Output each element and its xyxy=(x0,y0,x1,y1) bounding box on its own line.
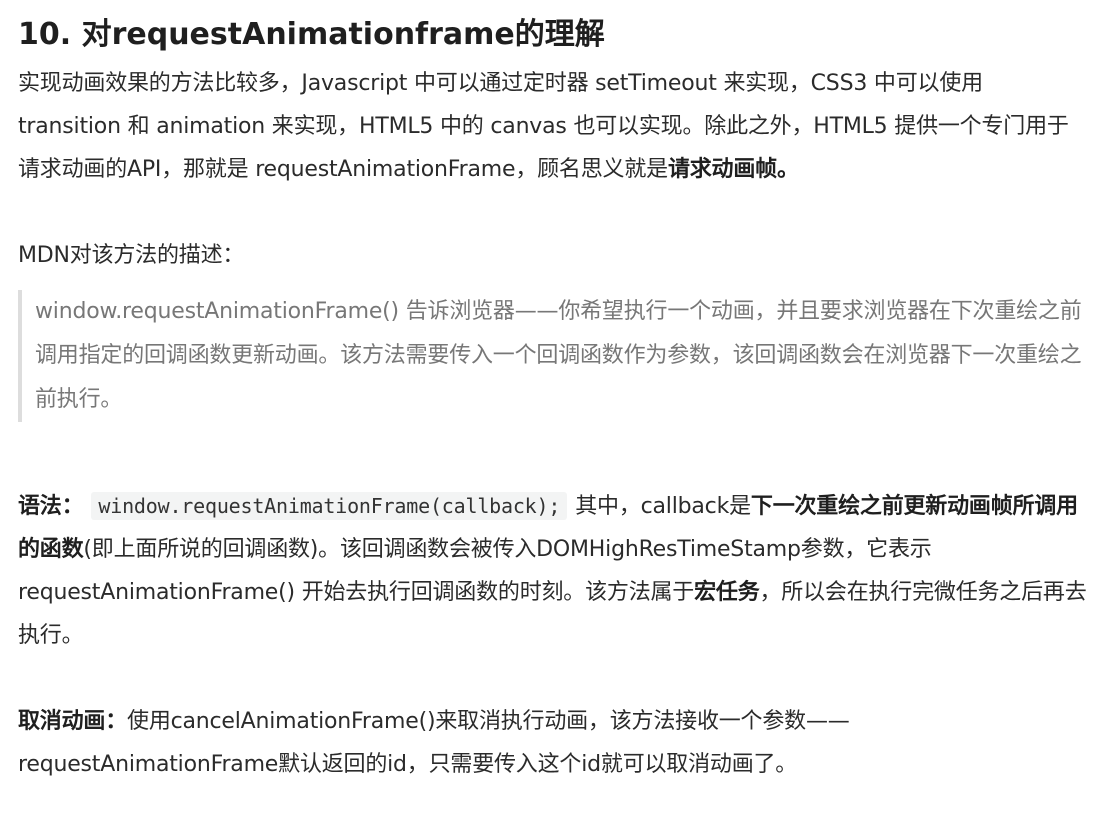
intro-bold-text: 请求动画帧。 xyxy=(667,157,799,182)
intro-paragraph: 实现动画效果的方法比较多，Javascript 中可以通过定时器 setTime… xyxy=(18,62,1088,191)
syntax-label: 语法： xyxy=(18,494,84,519)
cancel-paragraph: 取消动画：使用cancelAnimationFrame()来取消执行动画，该方法… xyxy=(18,700,1088,786)
syntax-text-1: 其中，callback是 xyxy=(575,494,751,519)
cancel-label: 取消动画： xyxy=(18,709,128,734)
section-heading: 10. 对requestAnimationframe的理解 xyxy=(18,17,605,52)
syntax-bold-2: 宏任务 xyxy=(694,580,760,605)
cancel-text-1: 使用cancelAnimationFrame()来取消执行动画，该方法接收一个参… xyxy=(127,709,850,734)
cancel-text-2: requestAnimationFrame默认返回的id，只需要传入这个id就可… xyxy=(18,752,798,777)
syntax-code: window.requestAnimationFrame(callback); xyxy=(91,492,568,520)
intro-text: 实现动画效果的方法比较多，Javascript 中可以通过定时器 setTime… xyxy=(18,71,1069,182)
article: 10. 对requestAnimationframe的理解 实现动画效果的方法比… xyxy=(0,0,1106,786)
syntax-paragraph: 语法： window.requestAnimationFrame(callback… xyxy=(18,485,1088,657)
mdn-quote-text: window.requestAnimationFrame() 告诉浏览器——你希… xyxy=(35,299,1082,412)
mdn-quote-block: window.requestAnimationFrame() 告诉浏览器——你希… xyxy=(18,290,1088,422)
mdn-label: MDN对该方法的描述： xyxy=(18,243,245,268)
